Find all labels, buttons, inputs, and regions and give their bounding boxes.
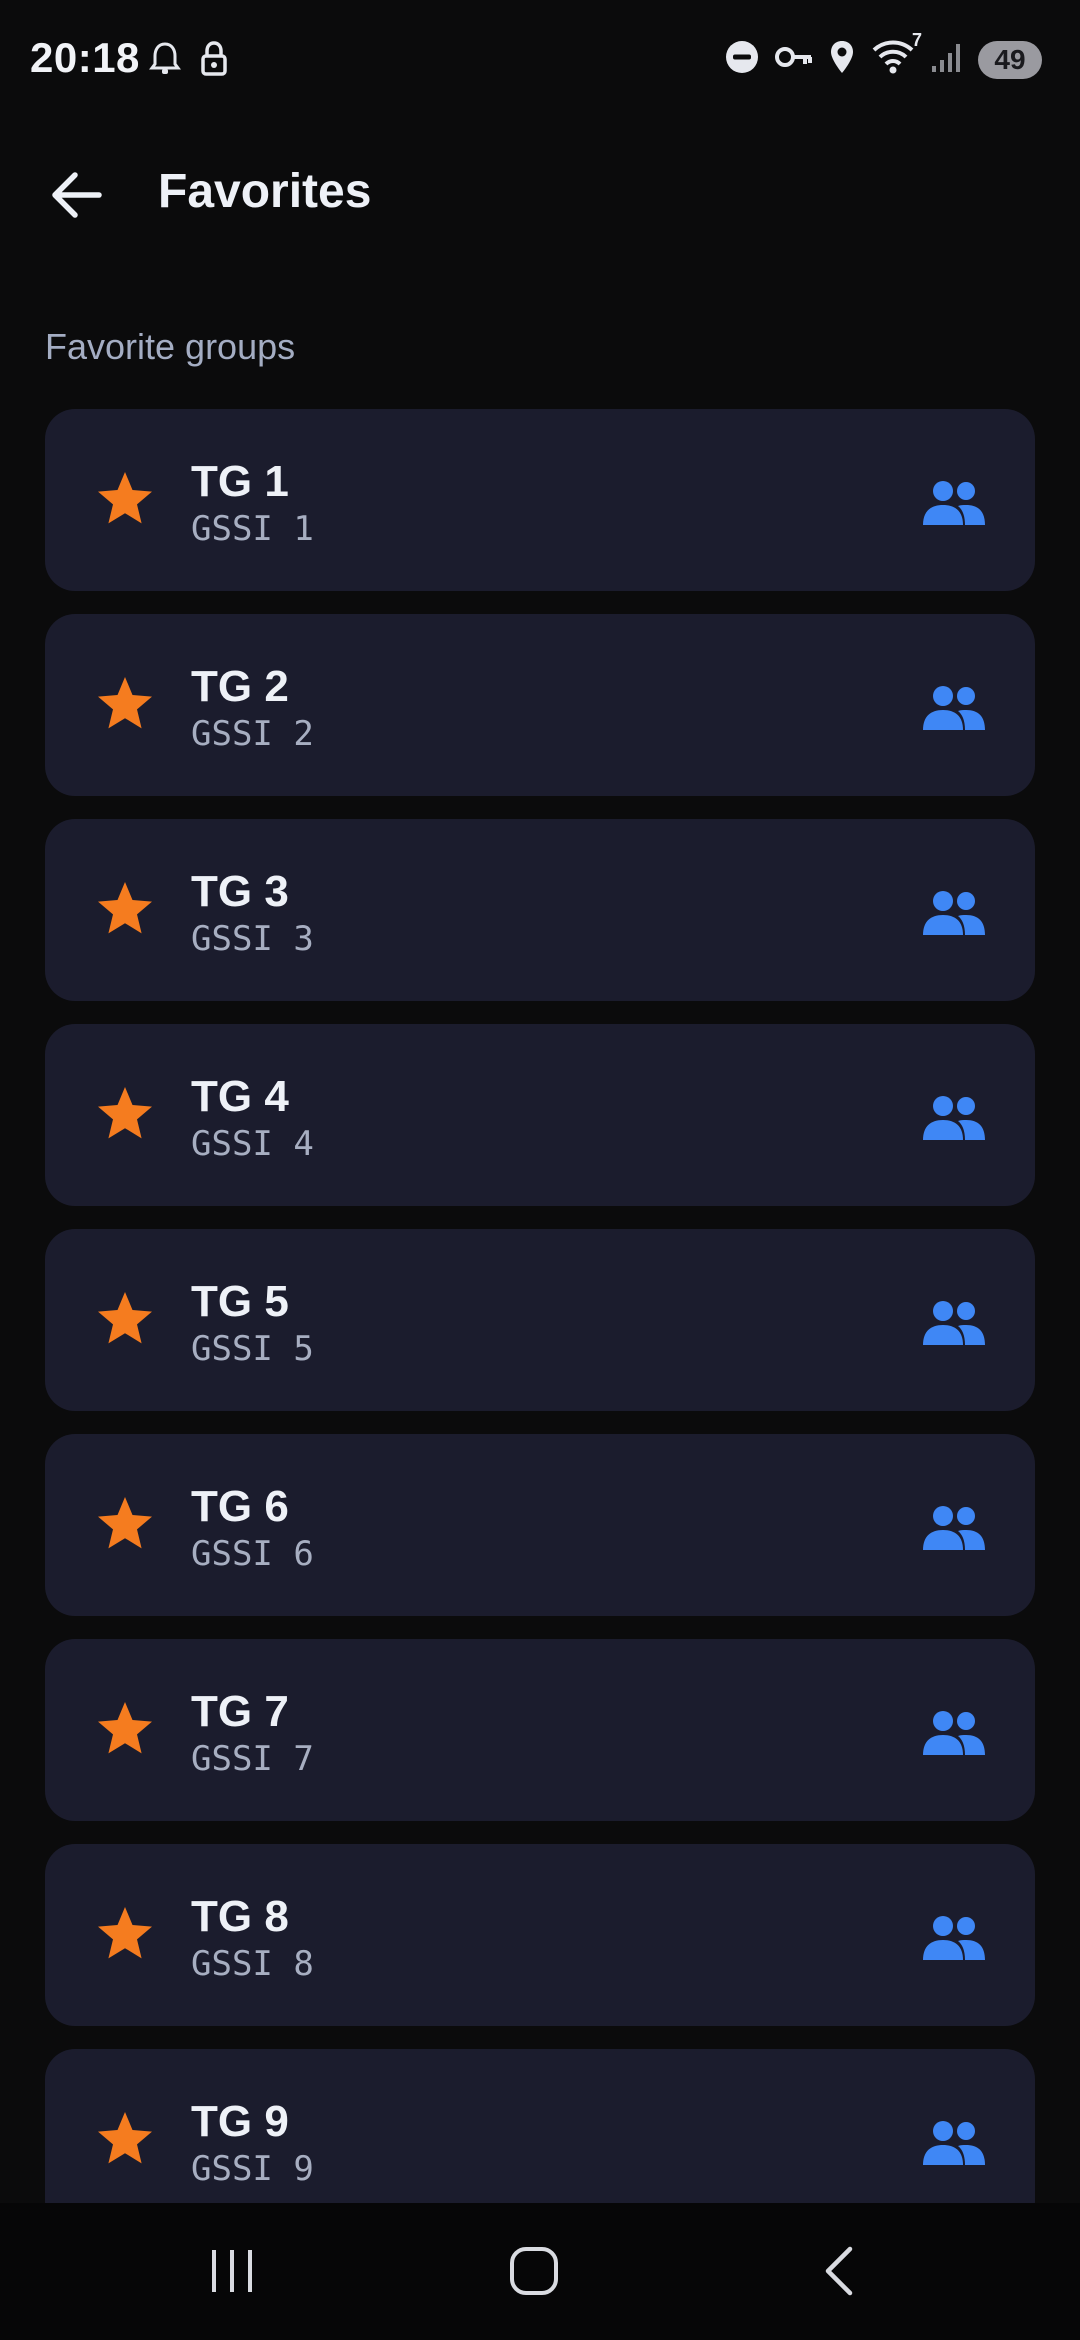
star-icon[interactable]	[95, 1289, 155, 1349]
group-name: TG 4	[191, 1072, 289, 1121]
alarm-icon	[148, 40, 182, 83]
battery-level: 49	[994, 43, 1026, 75]
system-back-button[interactable]	[798, 2241, 878, 2301]
group-name: TG 1	[191, 457, 289, 506]
status-left-icons	[148, 40, 230, 83]
group-name: TG 8	[191, 1892, 289, 1941]
wifi-icon: 7	[870, 30, 922, 81]
group-name: TG 9	[191, 2097, 289, 2146]
group-list-item[interactable]: TG 3 GSSI 3	[45, 819, 1035, 1001]
group-list-item[interactable]: TG 1 GSSI 1	[45, 409, 1035, 591]
group-gssi: GSSI 5	[191, 1329, 314, 1369]
status-time: 20:18	[30, 34, 140, 81]
group-icon	[923, 1096, 985, 1140]
group-list-item[interactable]: TG 2 GSSI 2	[45, 614, 1035, 796]
group-name: TG 6	[191, 1482, 289, 1531]
group-gssi: GSSI 9	[191, 2149, 314, 2189]
home-icon	[510, 2247, 558, 2295]
lock-icon	[198, 40, 230, 83]
recent-apps-button[interactable]	[192, 2241, 272, 2301]
group-gssi: GSSI 8	[191, 1944, 314, 1984]
group-icon	[923, 686, 985, 730]
top-app-bar: Favorites	[0, 140, 1080, 250]
status-bar: 20:18 7 49	[0, 0, 1080, 120]
battery-icon: 49	[978, 40, 1042, 79]
group-icon	[923, 1301, 985, 1345]
group-gssi: GSSI 4	[191, 1124, 314, 1164]
star-icon[interactable]	[95, 1084, 155, 1144]
group-name: TG 7	[191, 1687, 289, 1736]
star-icon[interactable]	[95, 2109, 155, 2169]
group-gssi: GSSI 6	[191, 1534, 314, 1574]
group-list: TG 1 GSSI 1 TG 2 GSSI 2 TG 3 GSSI 3 TG 4…	[45, 409, 1035, 2203]
group-list-item[interactable]: TG 8 GSSI 8	[45, 1844, 1035, 2026]
network-type-label: 7	[911, 30, 922, 50]
star-icon[interactable]	[95, 1494, 155, 1554]
group-icon	[923, 2121, 985, 2165]
star-icon[interactable]	[95, 674, 155, 734]
group-list-item[interactable]: TG 5 GSSI 5	[45, 1229, 1035, 1411]
vpn-key-icon	[774, 42, 814, 77]
system-navigation-bar	[0, 2203, 1080, 2340]
group-icon	[923, 1711, 985, 1755]
group-name: TG 2	[191, 662, 289, 711]
status-right-icons: 7 49	[724, 30, 1042, 81]
back-icon	[825, 2246, 853, 2296]
favorites-list[interactable]: TG 1 GSSI 1 TG 2 GSSI 2 TG 3 GSSI 3 TG 4…	[0, 409, 1080, 2203]
section-title: Favorite groups	[45, 326, 296, 367]
star-icon[interactable]	[95, 1699, 155, 1759]
group-icon	[923, 1916, 985, 1960]
group-icon	[923, 1506, 985, 1550]
group-gssi: GSSI 2	[191, 714, 314, 754]
group-gssi: GSSI 3	[191, 919, 314, 959]
group-icon	[923, 481, 985, 525]
star-icon[interactable]	[95, 1904, 155, 1964]
do-not-disturb-icon	[724, 39, 760, 80]
group-list-item[interactable]: TG 7 GSSI 7	[45, 1639, 1035, 1821]
group-list-item[interactable]: TG 9 GSSI 9	[45, 2049, 1035, 2203]
star-icon[interactable]	[95, 879, 155, 939]
home-button[interactable]	[494, 2241, 574, 2301]
recent-apps-icon	[212, 2250, 252, 2292]
location-icon	[828, 39, 856, 80]
group-gssi: GSSI 7	[191, 1739, 314, 1779]
page-title: Favorites	[158, 165, 372, 218]
group-name: TG 5	[191, 1277, 289, 1326]
group-list-item[interactable]: TG 4 GSSI 4	[45, 1024, 1035, 1206]
group-list-item[interactable]: TG 6 GSSI 6	[45, 1434, 1035, 1616]
arrow-back-icon	[52, 172, 102, 218]
group-icon	[923, 891, 985, 935]
star-icon[interactable]	[95, 469, 155, 529]
group-gssi: GSSI 1	[191, 509, 314, 549]
group-name: TG 3	[191, 867, 289, 916]
back-button[interactable]	[44, 162, 110, 228]
signal-icon	[930, 40, 964, 79]
